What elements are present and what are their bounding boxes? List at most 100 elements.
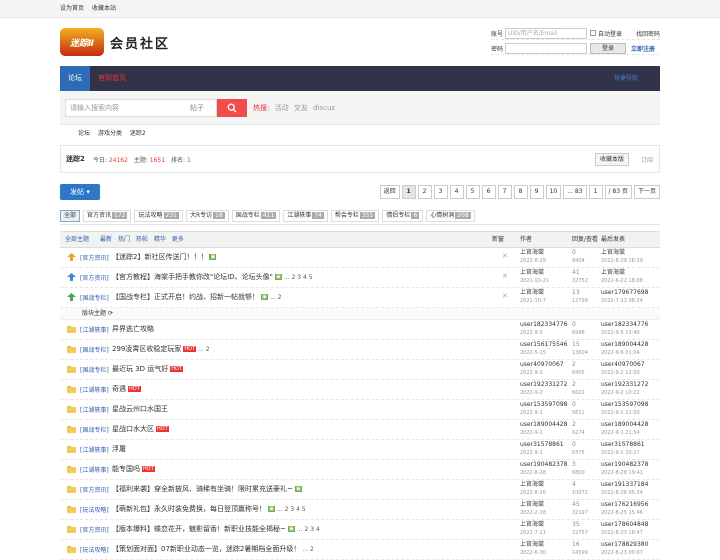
page-link[interactable]: 9 (529, 185, 544, 199)
table-row[interactable]: [官方资讯] 【版本爆料】蝶恋花开，魅影留香！新职业技能全揭秘~ ▣... 2 3 … (60, 520, 660, 540)
new-window-toggle[interactable]: 新窗 (492, 232, 504, 247)
thread-author[interactable]: 上官海棠 (520, 481, 546, 489)
table-row[interactable]: [国战专栏] 299凌霄区收稳定玩家 HOT... 2 user156175546 20… (60, 340, 660, 360)
thread-title[interactable]: 【福利来袭】穿全新披风、骑稀有坐骑！限时累充送豪礼~ (112, 485, 293, 493)
thread-author[interactable]: user189004428 (520, 421, 567, 429)
last-poster[interactable]: user40970067 (601, 361, 645, 369)
page-link[interactable]: 6 (481, 185, 496, 199)
thread-title[interactable]: 【国战专栏】正式开启！约战、招新一帖就够！ (112, 293, 259, 301)
favorite-forum-button[interactable]: 收藏本版 (594, 153, 629, 166)
last-poster[interactable]: user192331272 (601, 381, 648, 389)
thread-author[interactable]: 上官海棠 (520, 541, 546, 549)
table-row[interactable]: [江湖轶事] 异界逃亡攻略 user182334776 2022-9-5 0 6988 us… (60, 320, 660, 340)
filter-more[interactable]: 更多 (172, 236, 184, 243)
all-threads-link[interactable]: 全部主题 (65, 232, 89, 247)
thread-category-tag[interactable]: [江湖轶事] (80, 445, 109, 454)
filter-hot-post[interactable]: 热帖 (136, 236, 148, 243)
category-tab[interactable]: 江湖轶事 74 (283, 209, 328, 222)
thread-category-tag[interactable]: [江湖轶事] (80, 325, 109, 334)
thread-title[interactable]: 异界逃亡攻略 (112, 325, 154, 333)
thread-title[interactable]: 【萌新礼包】永久时装免费换，每日登顶赢称号！ (112, 505, 266, 513)
nav-tab-official-home[interactable]: 官网首页 (90, 66, 134, 91)
login-button[interactable]: 登录 (589, 42, 626, 54)
thread-category-tag[interactable]: [官方资讯] (80, 253, 109, 262)
thread-author[interactable]: 上官海棠 (520, 521, 546, 529)
thread-author[interactable]: 上官海棠 (520, 289, 546, 297)
table-row[interactable]: [官方资讯] 【福利来袭】穿全新披风、骑稀有坐骑！限时累充送豪礼~ ▣ 上官海棠 202… (60, 480, 660, 500)
page-link[interactable]: 4 (449, 185, 464, 199)
thread-category-tag[interactable]: [官方资讯] (80, 485, 109, 494)
hot-term[interactable]: 交友 (294, 104, 308, 112)
page-link[interactable]: 3 (433, 185, 448, 199)
thread-author[interactable]: user190482378 (520, 461, 567, 469)
thread-category-tag[interactable]: [国战专栏] (80, 293, 109, 302)
thread-pages[interactable]: ... 2 (302, 546, 313, 553)
category-tab[interactable]: 心情树洞 208 (426, 209, 475, 222)
page-link[interactable]: ... 83 (563, 185, 587, 199)
last-poster[interactable]: user179677698 (601, 289, 648, 297)
page-link[interactable]: / 83 页 (604, 185, 632, 199)
search-type-select[interactable]: 帖子 (190, 100, 204, 116)
find-password-link[interactable]: 找回密码 (636, 29, 660, 38)
thread-category-tag[interactable]: [江湖轶事] (80, 405, 109, 414)
table-row[interactable]: [江湖轶事] 奇遇 HOT user192331272 2022-9-2 2 6601 use… (60, 380, 660, 400)
thread-pages[interactable]: ... 2 (198, 346, 209, 353)
thread-title[interactable]: 星战口水大区 (112, 425, 154, 433)
last-poster[interactable]: user191337184 (601, 481, 648, 489)
page-link[interactable]: 2 (417, 185, 432, 199)
page-link[interactable]: 7 (497, 185, 512, 199)
last-poster[interactable]: user189004428 (601, 421, 648, 429)
last-poster[interactable]: user178604848 (601, 521, 648, 529)
thread-author[interactable]: user153597098 (520, 401, 567, 409)
category-tab[interactable]: 情侣专栏 6 (382, 209, 424, 222)
thread-category-tag[interactable]: [国战专栏] (80, 345, 109, 354)
table-row[interactable]: [官方资讯] 【迷踪2】新社区传送门！！！ ▣ ✕ 上官海棠 2022-8-29 0 8404… (60, 248, 660, 268)
table-row[interactable]: [国战专栏] 【国战专栏】正式开启！约战、招新一帖就够！ ▣... 2 ✕ 上官海棠 20… (60, 288, 660, 308)
category-tab[interactable]: 帮会专栏 355 (330, 209, 380, 222)
close-icon[interactable]: ✕ (502, 252, 508, 260)
last-poster[interactable]: 上官海棠 (601, 249, 643, 257)
last-poster[interactable]: user178829380 (601, 541, 648, 549)
thread-category-tag[interactable]: [官方资讯] (80, 273, 109, 282)
page-link[interactable]: 返回 (379, 185, 400, 199)
page-link[interactable]: 下一页 (633, 185, 660, 199)
password-input[interactable] (504, 42, 587, 54)
thread-title[interactable]: 【迷踪2】新社区传送门！！！ (112, 253, 207, 261)
category-tab[interactable]: 大R专访 18 (185, 209, 229, 222)
register-link[interactable]: 立即注册 (631, 44, 655, 53)
refresh-icon[interactable]: ⟳ (108, 310, 113, 317)
thread-author[interactable]: 上官海棠 (520, 501, 546, 509)
thread-category-tag[interactable]: [玩法攻略] (80, 505, 109, 514)
thread-category-tag[interactable]: [江湖轶事] (80, 465, 109, 474)
thread-title[interactable]: 奇遇 (112, 385, 126, 393)
thread-title[interactable]: 【策划面对面】07新职业动态一览，迷踪2暑期档全面升级！ (112, 545, 300, 553)
thread-title[interactable]: 能专国吗 (112, 465, 140, 473)
thread-category-tag[interactable]: [国战专栏] (80, 365, 109, 374)
table-row[interactable]: [官方资讯] 【官方教程】海棠手把手教你改"论坛ID、论坛头像" ▣... 2 3 … (60, 268, 660, 288)
thread-author[interactable]: 上官海棠 (520, 249, 546, 257)
last-poster[interactable]: user182334776 (601, 321, 648, 329)
last-poster[interactable]: 上官海棠 (601, 269, 643, 277)
category-tab[interactable]: 全部 (60, 209, 81, 222)
thread-category-tag[interactable]: [官方资讯] (80, 525, 109, 534)
filter-latest[interactable]: 最新 (100, 236, 112, 243)
breadcrumb-item[interactable]: 迷踪2 (130, 130, 146, 137)
hot-term[interactable]: discuz (313, 104, 335, 112)
table-row[interactable]: [国战专栏] 最近玩 3D 运气好 HOT user40970067 2022-9-2 2… (60, 360, 660, 380)
thread-title[interactable]: 299凌霄区收稳定玩家 (112, 345, 181, 353)
table-row[interactable]: [江湖轶事] 浮屠 user31578861 2022-9-1 0 6375 user315… (60, 440, 660, 460)
last-poster[interactable]: user153597098 (601, 401, 648, 409)
page-link[interactable]: 5 (465, 185, 480, 199)
thread-pages[interactable]: ... 2 3 4 5 (277, 506, 306, 513)
page-link[interactable]: 1 (588, 185, 603, 199)
bookmark-link[interactable]: 收藏本站 (92, 5, 116, 12)
thread-title[interactable]: 【版本爆料】蝶恋花开，魅影留香！新职业技能全揭秘~ (112, 525, 286, 533)
thread-author[interactable]: user40970067 (520, 361, 564, 369)
thread-title[interactable]: 浮屠 (112, 445, 126, 453)
thread-title[interactable]: 星战云州口水国王 (112, 405, 168, 413)
account-input[interactable]: UID/用户名/Email (504, 27, 587, 39)
thread-author[interactable]: 上官海棠 (520, 269, 549, 277)
table-row[interactable]: [国战专栏] 星战口水大区 HOT user189004428 2022-9-1 2 627… (60, 420, 660, 440)
filter-hot[interactable]: 热门 (118, 236, 130, 243)
thread-category-tag[interactable]: [国战专栏] (80, 425, 109, 434)
